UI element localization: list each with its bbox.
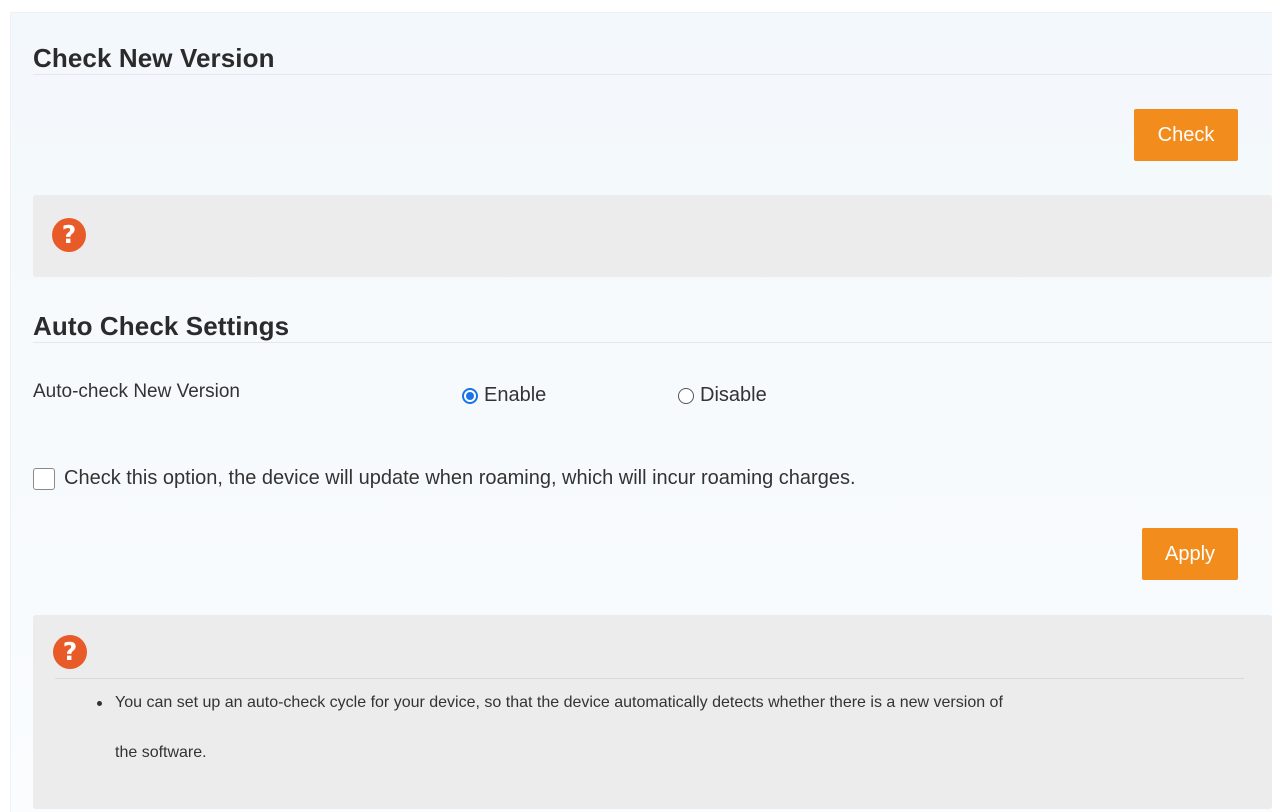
bullet-icon — [97, 701, 102, 706]
apply-button[interactable]: Apply — [1142, 528, 1238, 580]
auto-check-settings-title: Auto Check Settings — [33, 311, 290, 341]
radio-disable-label: Disable — [700, 384, 767, 406]
radio-disable[interactable]: Disable — [678, 384, 767, 407]
roaming-update-option[interactable]: Check this option, the device will updat… — [33, 467, 856, 490]
roaming-checkbox[interactable] — [33, 467, 55, 490]
help-text-line-1: You can set up an auto-check cycle for y… — [115, 694, 1003, 711]
title-divider — [33, 74, 1272, 75]
roaming-checkbox-label: Check this option, the device will updat… — [64, 467, 856, 489]
help-icon[interactable]: ? — [53, 635, 87, 669]
help-text-line-2: the software. — [115, 744, 207, 761]
check-new-version-title: Check New Version — [33, 43, 275, 73]
help-divider — [55, 678, 1244, 679]
help-box-auto-check: ? — [33, 615, 1272, 809]
title-divider — [33, 342, 1272, 343]
check-button[interactable]: Check — [1134, 109, 1238, 161]
radio-disable-button[interactable] — [678, 387, 694, 404]
radio-enable-label: Enable — [484, 384, 547, 406]
update-settings-panel: Check New Version Check ? Auto Check Set… — [10, 12, 1272, 812]
help-box-check: ? — [33, 195, 1272, 277]
help-icon[interactable]: ? — [52, 218, 86, 252]
auto-check-label: Auto-check New Version — [33, 381, 240, 402]
radio-enable-button[interactable] — [462, 387, 478, 404]
radio-enable[interactable]: Enable — [462, 384, 546, 407]
